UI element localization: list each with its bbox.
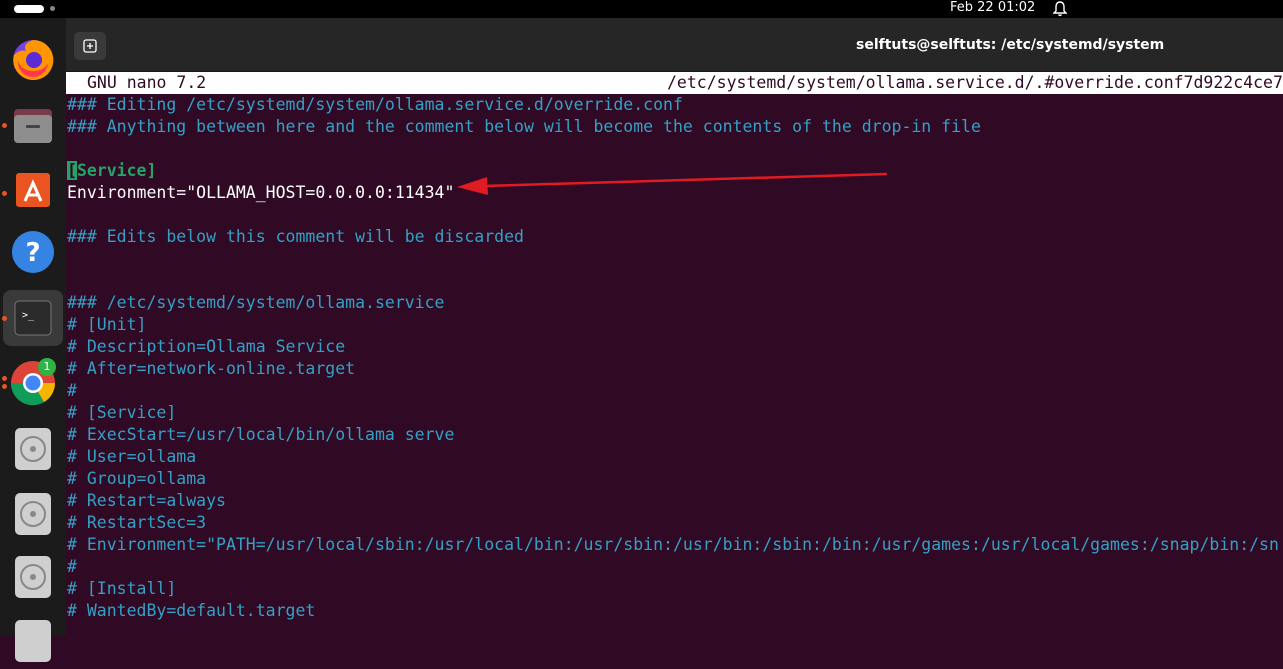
notification-badge: 1: [38, 358, 56, 376]
text-cursor: [: [67, 161, 77, 180]
new-tab-icon: [83, 39, 97, 53]
editor-line[interactable]: [67, 248, 1283, 270]
activities-indicator[interactable]: [14, 5, 44, 13]
running-indicator: [2, 316, 7, 321]
editor-line[interactable]: ### Anything between here and the commen…: [67, 116, 1283, 138]
editor-line[interactable]: # [Unit]: [67, 314, 1283, 336]
editor-line[interactable]: ### Edits below this comment will be dis…: [67, 226, 1283, 248]
clock[interactable]: Feb 22 01:02: [950, 0, 1035, 16]
bell-icon[interactable]: [1053, 1, 1067, 17]
section-text: Service]: [76, 161, 157, 180]
editor-line[interactable]: ### Editing /etc/systemd/system/ollama.s…: [67, 94, 1283, 116]
editor-line[interactable]: # [Service]: [67, 402, 1283, 424]
editor-line[interactable]: # WantedBy=default.target: [67, 600, 1283, 622]
disc-icon[interactable]: [8, 488, 58, 538]
editor-line[interactable]: ### /etc/systemd/system/ollama.service: [67, 292, 1283, 314]
editor-line[interactable]: # Restart=always: [67, 490, 1283, 512]
disc-icon[interactable]: [8, 423, 58, 473]
help-icon[interactable]: ?: [8, 227, 58, 277]
top-bar: Feb 22 01:02: [0, 0, 1283, 18]
running-indicator: [2, 376, 7, 381]
editor-line[interactable]: #: [67, 556, 1283, 578]
chrome-icon[interactable]: 1: [8, 358, 58, 408]
editor-line[interactable]: # RestartSec=3: [67, 512, 1283, 534]
editor-line[interactable]: #: [67, 380, 1283, 402]
svg-text:>_: >_: [22, 310, 35, 321]
editor-line[interactable]: # [Install]: [67, 578, 1283, 600]
running-indicator: [2, 191, 7, 196]
disc-icon[interactable]: [8, 551, 58, 601]
new-tab-button[interactable]: [74, 32, 106, 60]
nano-title-bar: GNU nano 7.2 /etc/systemd/system/ollama.…: [66, 72, 1283, 94]
editor-line[interactable]: [67, 138, 1283, 160]
firefox-icon[interactable]: [8, 35, 58, 85]
app-center-icon[interactable]: [8, 163, 58, 213]
disc-icon[interactable]: [8, 615, 58, 665]
files-icon[interactable]: [8, 101, 58, 151]
editor-line[interactable]: # Environment="PATH=/usr/local/sbin:/usr…: [67, 534, 1283, 556]
nano-filename: /etc/systemd/system/ollama.service.d/.#o…: [667, 73, 1283, 92]
editor-line[interactable]: # Group=ollama: [67, 468, 1283, 490]
window-title: selftuts@selftuts: /etc/systemd/system: [856, 37, 1165, 53]
svg-text:?: ?: [25, 238, 40, 268]
running-indicator: [2, 384, 7, 389]
editor-line[interactable]: # ExecStart=/usr/local/bin/ollama serve: [67, 424, 1283, 446]
nano-version: GNU nano 7.2: [87, 73, 207, 92]
editor-line[interactable]: # User=ollama: [67, 446, 1283, 468]
editor-line[interactable]: [67, 204, 1283, 226]
terminal-icon[interactable]: >_: [8, 293, 58, 343]
editor-line[interactable]: # After=network-online.target: [67, 358, 1283, 380]
editor-line[interactable]: [67, 270, 1283, 292]
terminal-headerbar: selftuts@selftuts: /etc/systemd/system: [66, 18, 1283, 71]
workspace-dot: [50, 6, 55, 11]
annotation-arrow: [457, 172, 888, 195]
running-indicator: [2, 123, 7, 128]
editor-line[interactable]: # Description=Ollama Service: [67, 336, 1283, 358]
dock: ? >_ 1: [0, 18, 66, 662]
